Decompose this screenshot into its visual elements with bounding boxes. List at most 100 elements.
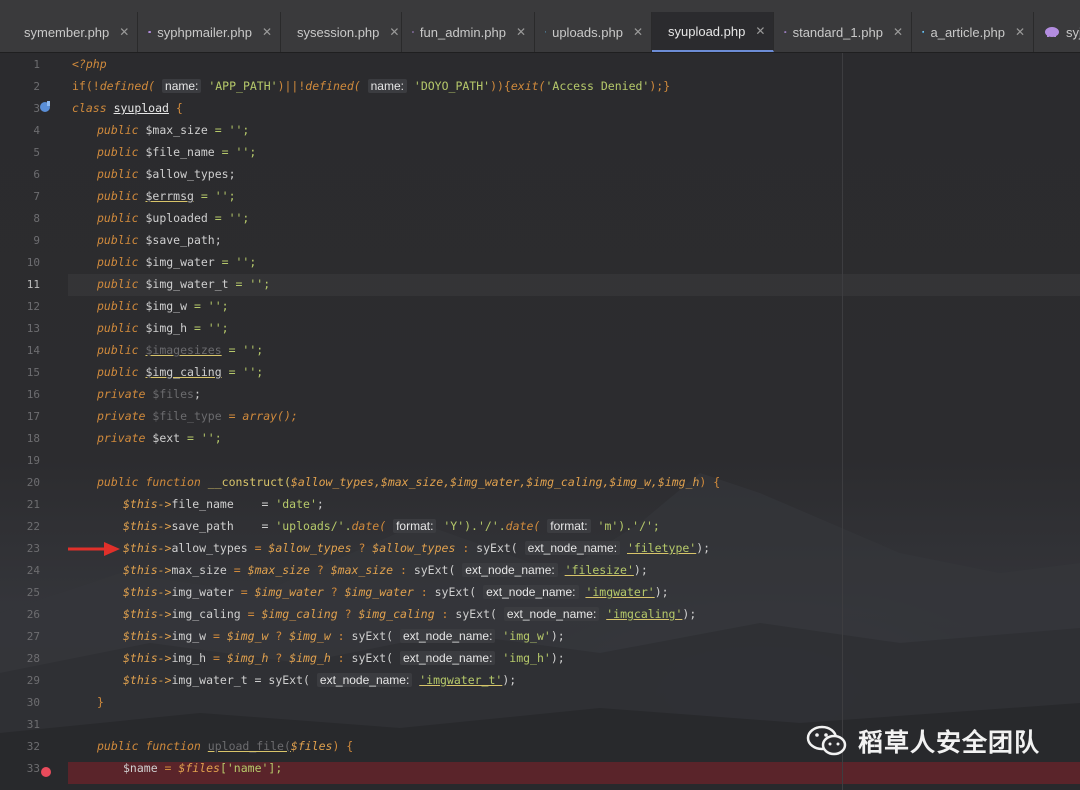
code-line-33: $name = $files['name']; — [123, 761, 283, 775]
line-number-gutter[interactable]: 1 2 3 4 5 6 7 8 9 10 11 12 13 14 15 16 17 18 19 20 21 22 23 24 2… — [0, 53, 68, 790]
code-line-1: <?php — [72, 57, 107, 71]
tab-a-article[interactable]: a_article.php ✕ — [912, 12, 1034, 52]
tab-syjsc[interactable]: syjsc — [1034, 12, 1080, 52]
code-line-32: public function upload_file($files) { — [97, 739, 354, 753]
tab-label: syupload.php — [668, 23, 746, 39]
tab-standard-1[interactable]: standard_1.php ✕ — [774, 12, 912, 52]
php-elephant-icon — [148, 30, 152, 34]
code-line-16: private $files; — [97, 387, 201, 401]
tab-syupload[interactable]: syupload.php ✕ — [652, 12, 774, 52]
tab-label: syjsc — [1066, 24, 1080, 40]
code-line-14: public $imagesizes = ''; — [97, 343, 264, 357]
line-number[interactable]: 23 — [0, 542, 40, 555]
line-number[interactable]: 5 — [0, 146, 40, 159]
class-name: syupload — [113, 101, 169, 115]
line-number[interactable]: 11 — [0, 278, 40, 291]
line-number[interactable]: 25 — [0, 586, 40, 599]
close-icon[interactable]: ✕ — [893, 25, 903, 39]
line-number[interactable]: 28 — [0, 652, 40, 665]
line-number[interactable]: 33 — [0, 762, 40, 775]
line-number[interactable]: 16 — [0, 388, 40, 401]
line-number[interactable]: 31 — [0, 718, 40, 731]
code-line-3: class syupload { — [72, 101, 183, 115]
line-number[interactable]: 32 — [0, 740, 40, 753]
param-hint: ext_node_name: — [483, 585, 579, 599]
wechat-icon — [806, 725, 847, 756]
code-line-9: public $save_path; — [97, 233, 222, 247]
tab-label: fun_admin.php — [419, 24, 506, 40]
line-number[interactable]: 8 — [0, 212, 40, 225]
code-line-27: $this->img_w = $img_w ? $img_w : syExt( … — [123, 629, 565, 643]
param-hint: ext_node_name: — [462, 563, 558, 577]
line-number[interactable]: 6 — [0, 168, 40, 181]
php-elephant-icon — [784, 31, 787, 33]
param-hint: name: — [367, 79, 407, 93]
close-icon[interactable]: ✕ — [262, 25, 272, 39]
line-number[interactable]: 19 — [0, 454, 40, 467]
line-number[interactable]: 30 — [0, 696, 40, 709]
tab-label: standard_1.php — [792, 24, 883, 40]
line-number[interactable]: 24 — [0, 564, 40, 577]
tab-label: a_article.php — [930, 24, 1005, 40]
code-line-11: public $img_water_t = ''; — [97, 277, 271, 291]
tab-fun-admin[interactable]: fun_admin.php ✕ — [402, 12, 535, 52]
line-number[interactable]: 14 — [0, 344, 40, 357]
tab-label: symember.php — [24, 24, 110, 40]
override-marker-icon[interactable] — [38, 100, 52, 114]
close-icon[interactable]: ✕ — [1015, 25, 1025, 39]
line-number[interactable]: 15 — [0, 366, 40, 379]
line-number[interactable]: 3 — [0, 102, 40, 115]
close-icon[interactable]: ✕ — [633, 25, 643, 39]
code-line-2: if(!defined( name: 'APP_PATH')||!defined… — [72, 79, 671, 93]
code-line-24: $this->max_size = $max_size ? $max_size … — [123, 563, 648, 577]
param-hint: ext_node_name: — [400, 651, 496, 665]
line-number[interactable]: 2 — [0, 80, 40, 93]
tab-symember[interactable]: symember.php ✕ — [8, 12, 138, 52]
code-line-20: public function __construct($allow_types… — [97, 475, 721, 489]
watermark-text: 稻草人安全团队 — [858, 728, 1041, 757]
code-line-25: $this->img_water = $img_water ? $img_wat… — [123, 585, 669, 599]
close-icon[interactable]: ✕ — [755, 24, 765, 38]
close-icon[interactable]: ✕ — [516, 25, 526, 39]
line-number[interactable]: 20 — [0, 476, 40, 489]
code-line-8: public $uploaded = ''; — [97, 211, 250, 225]
code-line-15: public $img_caling = ''; — [97, 365, 264, 379]
code-line-23: $this->allow_types = $allow_types ? $all… — [123, 541, 711, 555]
php-elephant-icon — [412, 31, 414, 33]
param-hint: ext_node_name: — [503, 607, 600, 621]
close-icon[interactable]: ✕ — [119, 25, 129, 39]
code-line-29: $this->img_water_t = syExt( ext_node_nam… — [123, 673, 517, 687]
line-number[interactable]: 12 — [0, 300, 40, 313]
wechat-watermark: 稻草人安全团队 — [806, 723, 1040, 759]
tab-syphpmailer[interactable]: syphpmailer.php ✕ — [138, 12, 281, 52]
line-number[interactable]: 7 — [0, 190, 40, 203]
line-number[interactable]: 18 — [0, 432, 40, 445]
line-number[interactable]: 21 — [0, 498, 40, 511]
line-number[interactable]: 26 — [0, 608, 40, 621]
code-line-28: $this->img_h = $img_h ? $img_h : syExt( … — [123, 651, 565, 665]
tab-uploads[interactable]: uploads.php ✕ — [535, 12, 652, 52]
line-number[interactable]: 9 — [0, 234, 40, 247]
tab-sysession[interactable]: sysession.php ✕ — [281, 12, 402, 52]
code-line-5: public $file_name = ''; — [97, 145, 257, 159]
param-hint: ext_node_name: — [524, 541, 621, 555]
code-line-4: public $max_size = ''; — [97, 123, 250, 137]
line-number[interactable]: 4 — [0, 124, 40, 137]
line-number[interactable]: 27 — [0, 630, 40, 643]
param-hint: format: — [393, 519, 437, 533]
line-number[interactable]: 13 — [0, 322, 40, 335]
close-icon[interactable]: ✕ — [389, 25, 399, 39]
code-line-26: $this->img_caling = $img_caling ? $img_c… — [123, 607, 697, 621]
line-number[interactable]: 17 — [0, 410, 40, 423]
breakpoint-icon[interactable] — [41, 767, 51, 777]
php-elephant-icon — [1045, 27, 1059, 37]
param-hint: ext_node_name: — [316, 673, 413, 687]
line-number[interactable]: 1 — [0, 58, 40, 71]
line-number[interactable]: 22 — [0, 520, 40, 533]
line-number[interactable]: 29 — [0, 674, 40, 687]
code-content[interactable]: <?php if(!defined( name: 'APP_PATH')||!d… — [72, 53, 852, 790]
line-number[interactable]: 10 — [0, 256, 40, 269]
code-line-13: public $img_h = ''; — [97, 321, 229, 335]
tab-label: sysession.php — [297, 24, 380, 40]
code-line-17: private $file_type = array(); — [97, 409, 298, 423]
